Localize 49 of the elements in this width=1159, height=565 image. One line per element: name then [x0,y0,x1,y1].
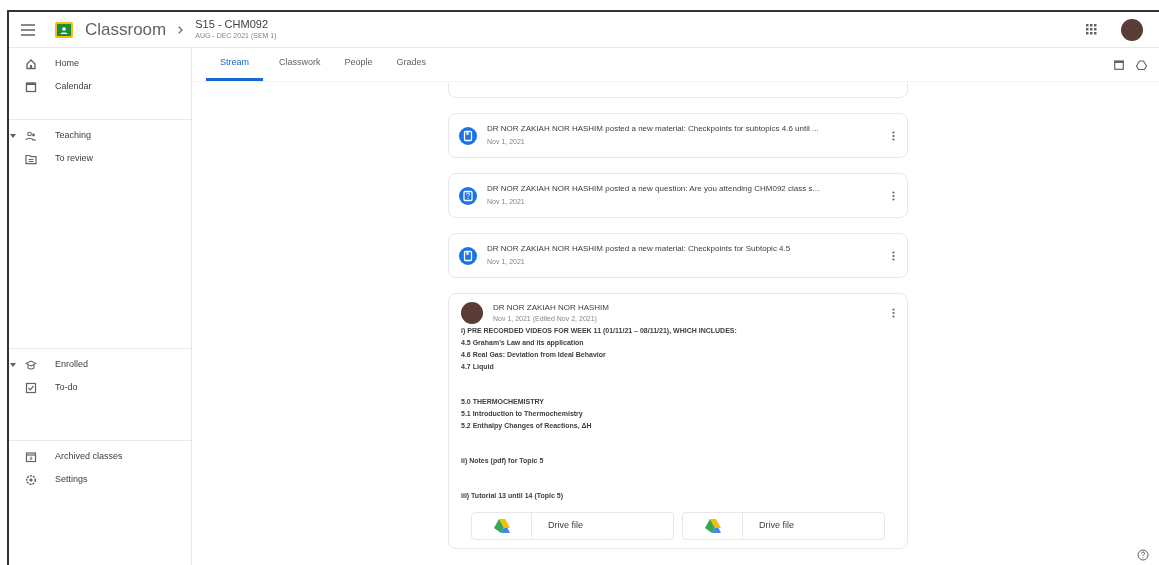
attachment-card[interactable]: Drive file [471,511,674,540]
tab[interactable]: Stream [206,55,263,81]
folder-icon [25,153,37,165]
material-post-icon [459,126,477,145]
help-icon[interactable] [1137,549,1149,561]
app-name[interactable]: Classroom [85,16,167,43]
post-title: DR NOR ZAKIAH NOR HASHIM posted a new material: Checkpoints for Subtopic 4.5 [487,243,792,256]
attachment-title: Drive file [759,518,794,532]
sidebar-item[interactable]: Teaching [55,129,92,143]
avatar[interactable] [1121,18,1143,41]
sidebar-item[interactable]: Calendar [55,80,92,94]
menu-icon[interactable] [21,23,35,36]
classroom-logo-icon [55,21,73,38]
more-options-icon[interactable] [892,190,895,201]
class-name[interactable]: S15 - CHM092 [195,18,277,32]
calendar-icon [25,81,37,93]
more-options-icon[interactable] [892,250,895,261]
checklist-icon [25,382,37,394]
sidebar-item[interactable]: To review [55,152,93,166]
caret-icon[interactable] [10,363,16,367]
more-options-icon[interactable] [892,130,895,141]
chevron-icon [178,25,184,34]
sidebar-item[interactable]: Archived classes [55,450,123,464]
post-title: DR NOR ZAKIAH NOR HASHIM posted a new question: Are you attending CHM092 class s... [487,183,821,196]
tab[interactable]: People [336,55,381,81]
material-post-icon [459,246,477,265]
tab[interactable]: Classwork [271,55,329,81]
sidebar-item[interactable]: Settings [55,473,88,487]
graduation-cap-icon [25,359,37,371]
home-icon [25,58,37,70]
caret-icon[interactable] [10,134,16,138]
more-options-icon[interactable] [892,308,895,319]
archive-box-icon [25,451,37,463]
apps-grid-icon[interactable] [1086,24,1097,35]
people-icon [25,130,37,142]
sidebar-item[interactable]: Enrolled [55,358,89,372]
sidebar-item[interactable]: Home [55,57,79,71]
author-avatar [461,302,483,325]
question-post-icon [459,186,477,205]
settings-icon [25,474,37,486]
drive-logo-icon [493,518,510,533]
drive-logo-icon [704,518,721,533]
attachment-title: Drive file [548,518,583,532]
tab[interactable]: Grades [388,55,435,81]
attachment-card[interactable]: Drive file [682,511,885,540]
sidebar-item[interactable]: To-do [55,381,78,395]
calendar-icon[interactable] [1114,59,1124,70]
post-title: DR NOR ZAKIAH NOR HASHIM posted a new material: Checkpoints for subtopics 4.6 until ... [487,123,820,136]
author-name: DR NOR ZAKIAH NOR HASHIM [493,302,610,314]
